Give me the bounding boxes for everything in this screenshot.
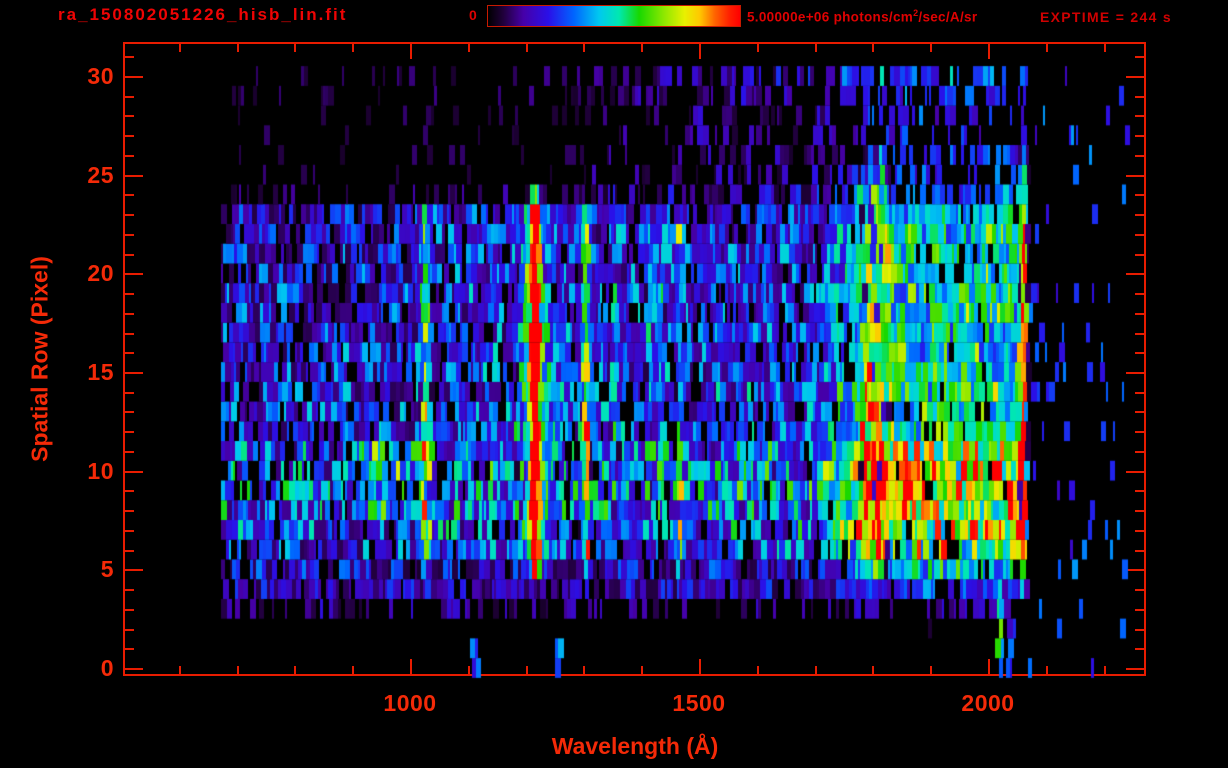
colorbar-min-label: 0 <box>469 7 477 23</box>
colorbar-max-label: 5.00000e+06 photons/cm2/sec/A/sr <box>747 8 977 25</box>
colorbar <box>487 5 741 27</box>
y-tick-label: 5 <box>100 556 114 583</box>
colorbar-max-value: 5.00000e+06 <box>747 9 830 25</box>
spectrogram-canvas <box>123 42 1147 682</box>
y-tick-label: 0 <box>100 655 114 681</box>
colorbar-units-post: /sec/A/sr <box>918 9 978 25</box>
colorbar-units-pre: photons/cm <box>829 9 914 25</box>
y-axis-title: Spatial Row (Pixel) <box>26 256 53 462</box>
x-tick-label: 1000 <box>383 690 437 716</box>
x-tick-label: 1500 <box>672 690 726 716</box>
plot-title: ra_150802051226_hisb_lin.fit <box>58 5 348 24</box>
x-tick-label: 2000 <box>961 690 1015 716</box>
y-tick-label: 30 <box>87 63 114 89</box>
exptime-label: EXPTIME = 244 s <box>1040 9 1172 25</box>
y-tick-label: 25 <box>87 161 114 188</box>
x-axis-title: Wavelength (Å) <box>551 733 719 759</box>
spectrogram-viewer: ra_150802051226_hisb_lin.fit 0 5.00000e+… <box>0 0 1228 768</box>
